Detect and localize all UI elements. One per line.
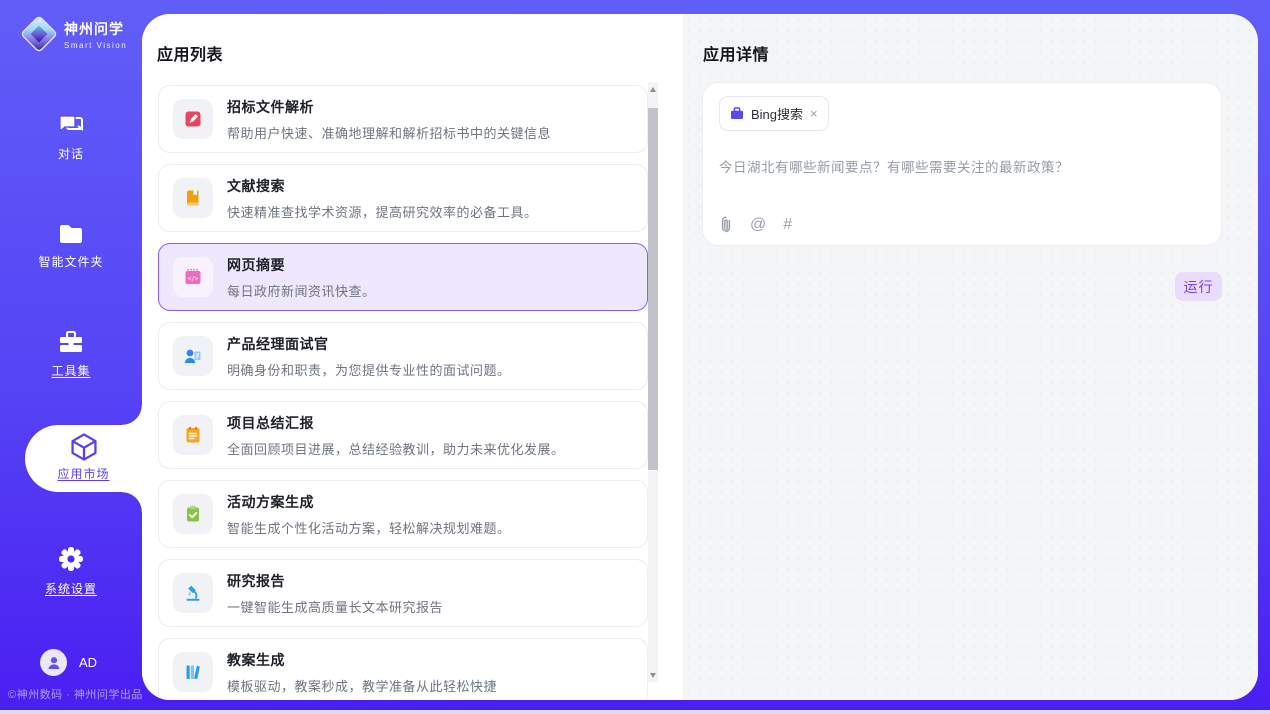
scrollbar-thumb[interactable] [648,108,658,470]
sidebar-item-smart-folder[interactable]: 智能文件夹 [0,222,142,270]
tool-chip-label: Bing搜索 [751,104,803,123]
app-item-desc: 快速精准查找学术资源，提高研究效率的必备工具。 [227,202,538,221]
chat-icon [57,112,85,138]
svg-text:</>: </> [188,275,199,282]
app-list-item-event-plan[interactable]: 活动方案生成 智能生成个性化活动方案，轻松解决规划难题。 [158,480,648,548]
pm-interviewer-icon [183,346,203,366]
prompt-text[interactable]: 今日湖北有哪些新闻要点？有哪些需要关注的最新政策？ [719,156,1205,216]
avatar [40,649,67,676]
app-item-desc: 全面回顾项目进展，总结经验教训，助力未来优化发展。 [227,439,565,458]
sidebar-item-label: 智能文件夹 [0,253,142,270]
project-summary-icon [183,425,203,445]
app-list-item-tender-parse[interactable]: 招标文件解析 帮助用户快速、准确地理解和解析招标书中的关键信息 [158,85,648,153]
brand-subtitle: Smart Vision [64,41,127,50]
app-item-title: 研究报告 [227,571,443,591]
gear-icon [57,545,85,573]
app-list-panel: 应用列表 招标文件解析 帮助用户快速、准确地理解和解析招标书中的关键信息 [142,14,683,700]
event-plan-icon [183,504,203,524]
app-list-item-literature-search[interactable]: 文献搜索 快速精准查找学术资源，提高研究效率的必备工具。 [158,164,648,232]
cube-icon [68,431,100,463]
literature-search-icon [183,188,203,208]
sidebar-item-settings[interactable]: 系统设置 [0,545,142,597]
sidebar-item-label: 工具集 [0,362,142,379]
app-item-title: 项目总结汇报 [227,413,565,433]
app-detail-title: 应用详情 [703,41,769,65]
brand-diamond-icon [20,15,58,53]
sidebar-item-chat[interactable]: 对话 [0,112,142,162]
tool-chip-bing-search[interactable]: Bing搜索 × [719,96,829,131]
app-list: 招标文件解析 帮助用户快速、准确地理解和解析招标书中的关键信息 文献搜索 快速精… [158,85,648,700]
app-list-scrollbar[interactable] [648,82,658,682]
sidebar-item-toolbox[interactable]: 工具集 [0,329,142,379]
web-summary-icon: </> [183,267,203,287]
sidebar-item-label: 系统设置 [0,580,142,597]
app-item-title: 产品经理面试官 [227,334,511,354]
brand-name: 神州问学 [64,19,127,39]
attach-icon[interactable] [719,216,733,233]
mention-icon[interactable]: @ [750,217,766,233]
app-item-title: 活动方案生成 [227,492,511,512]
main-container: 应用列表 招标文件解析 帮助用户快速、准确地理解和解析招标书中的关键信息 [142,14,1258,700]
app-item-desc: 明确身份和职责，为您提供专业性的面试问题。 [227,360,511,379]
window-bottom-edge [0,710,1270,714]
app-item-title: 招标文件解析 [227,97,551,117]
prompt-card[interactable]: Bing搜索 × 今日湖北有哪些新闻要点？有哪些需要关注的最新政策？ @ # [702,82,1222,246]
app-item-desc: 帮助用户快速、准确地理解和解析招标书中的关键信息 [227,123,551,142]
scrollbar-up-arrow[interactable] [648,82,658,96]
app-list-item-research-report[interactable]: 研究报告 一键智能生成高质量长文本研究报告 [158,559,648,627]
app-list-item-project-summary[interactable]: 项目总结汇报 全面回顾项目进展，总结经验教训，助力未来优化发展。 [158,401,648,469]
person-icon [46,655,62,671]
app-item-title: 文献搜索 [227,176,538,196]
app-list-item-web-summary[interactable]: </> 网页摘要 每日政府新闻资讯快查。 [158,243,648,311]
brand-logo: 神州问学 Smart Vision [20,15,127,53]
bubble-curve-bottom [122,492,142,512]
research-report-icon [183,583,203,603]
bubble-curve-top [122,405,142,425]
scrollbar-down-arrow[interactable] [648,668,658,682]
sidebar: 神州问学 Smart Vision 对话 智能文件夹 工具集 应用市场 [0,0,142,710]
tender-parse-icon [183,109,203,129]
app-list-item-lesson-plan[interactable]: 教案生成 模板驱动，教案秒成，教学准备从此轻松快捷 [158,638,648,700]
folder-icon [57,222,85,246]
chip-close-icon[interactable]: × [810,107,818,120]
app-item-desc: 一键智能生成高质量长文本研究报告 [227,597,443,616]
sidebar-item-label: 对话 [0,145,142,162]
briefcase-icon [730,107,744,120]
copyright-text: ©神州数码 · 神州问学出品 [8,686,142,702]
sidebar-item-label: 应用市场 [25,465,142,482]
toolbox-icon [57,329,85,355]
app-item-desc: 每日政府新闻资讯快查。 [227,281,376,300]
sidebar-item-app-market[interactable]: 应用市场 [25,425,142,492]
app-item-title: 教案生成 [227,650,497,670]
app-list-title: 应用列表 [157,41,223,65]
app-item-desc: 模板驱动，教案秒成，教学准备从此轻松快捷 [227,676,497,695]
run-button[interactable]: 运行 [1175,272,1222,301]
lesson-plan-icon [183,662,203,682]
app-item-desc: 智能生成个性化活动方案，轻松解决规划难题。 [227,518,511,537]
topic-hash-icon[interactable]: # [783,217,792,233]
app-list-item-pm-interviewer[interactable]: 产品经理面试官 明确身份和职责，为您提供专业性的面试问题。 [158,322,648,390]
composer-toolbar: @ # [719,216,1205,233]
app-item-title: 网页摘要 [227,255,376,275]
user-account[interactable]: AD [40,649,97,676]
user-initials: AD [79,655,97,670]
app-detail-panel: 应用详情 Bing搜索 × 今日湖北有哪些新闻要点？有哪些需要关注的最新政策？ [683,14,1258,700]
